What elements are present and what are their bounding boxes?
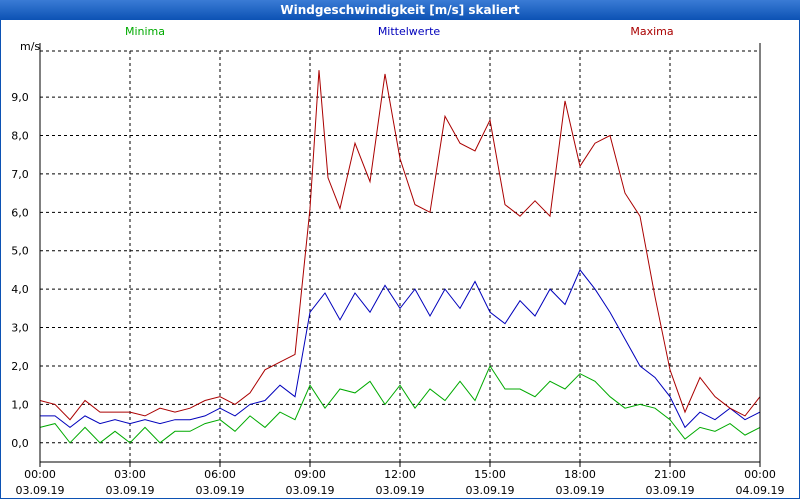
- x-tick-date: 03.09.19: [376, 484, 425, 497]
- x-tick-date: 03.09.19: [106, 484, 155, 497]
- legend-minima: Minima: [125, 25, 165, 38]
- y-tick-label: 7,0: [11, 168, 29, 181]
- legend-mittelwerte: Mittelwerte: [378, 25, 441, 38]
- x-tick-date: 04.09.19: [736, 484, 785, 497]
- axis-layer: 0,0 1,0 2,0 3,0 4,0 5,0 6,0 7,0 8,0 9,0 00:00 03.09…: [11, 43, 784, 497]
- chart-svg: 0,0 1,0 2,0 3,0 4,0 5,0 6,0 7,0 8,0 9,0 00:00 03.09…: [11, 25, 784, 497]
- x-tick-time: 03:00: [114, 468, 146, 481]
- x-tick-date: 03.09.19: [196, 484, 245, 497]
- y-tick-label: 9,0: [11, 91, 29, 104]
- grid-layer: [40, 50, 760, 462]
- x-tick-time: 15:00: [474, 468, 506, 481]
- y-tick-label: 8,0: [11, 130, 29, 143]
- x-tick-time: 21:00: [654, 468, 686, 481]
- x-tick-date: 03.09.19: [646, 484, 695, 497]
- x-tick-date: 03.09.19: [286, 484, 335, 497]
- x-tick-date: 03.09.19: [556, 484, 605, 497]
- x-tick-time: 06:00: [204, 468, 236, 481]
- y-tick-label: 2,0: [11, 360, 29, 373]
- x-tick-time: 12:00: [384, 468, 416, 481]
- y-tick-label: 0,0: [11, 437, 29, 450]
- y-tick-label: 4,0: [11, 283, 29, 296]
- x-tick-time: 18:00: [564, 468, 596, 481]
- x-tick-date: 03.09.19: [16, 484, 65, 497]
- legend-maxima: Maxima: [630, 25, 673, 38]
- y-axis-label: m/s: [20, 40, 40, 53]
- y-tick-label: 5,0: [11, 245, 29, 258]
- y-tick-label: 6,0: [11, 206, 29, 219]
- x-tick-time: 00:00: [744, 468, 776, 481]
- y-tick-label: 1,0: [11, 398, 29, 411]
- x-tick-time: 09:00: [294, 468, 326, 481]
- y-tick-label: 3,0: [11, 322, 29, 335]
- x-tick-date: 03.09.19: [466, 484, 515, 497]
- x-tick-time: 00:00: [24, 468, 56, 481]
